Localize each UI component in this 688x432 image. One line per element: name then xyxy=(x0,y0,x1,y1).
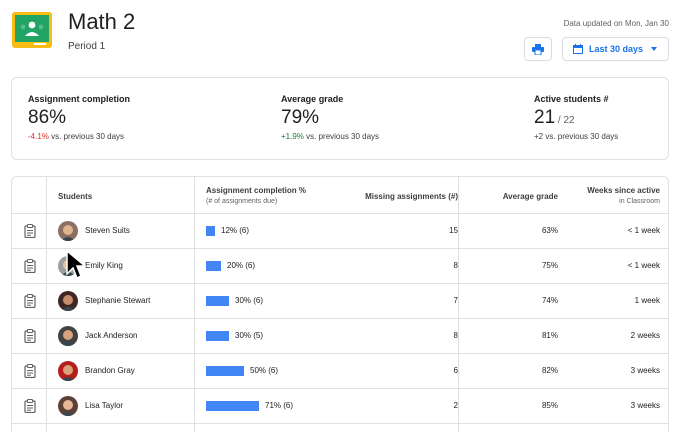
chevron-down-icon xyxy=(651,47,658,51)
student-work-clipboard-icon[interactable] xyxy=(24,259,36,273)
date-range-dropdown[interactable]: Last 30 days xyxy=(562,37,669,61)
weeks-since-active: < 1 week xyxy=(627,261,660,270)
table-header: Students Assignment completion % (# of a… xyxy=(12,177,668,214)
student-name[interactable]: Stephanie Stewart xyxy=(85,296,150,305)
completion-bar xyxy=(206,226,215,236)
completion-label: 20% (6) xyxy=(227,261,256,270)
missing-count: 8 xyxy=(453,261,458,270)
students-table: Students Assignment completion % (# of a… xyxy=(11,176,669,432)
student-name[interactable]: Brandon Gray xyxy=(85,366,135,375)
average-grade: 81% xyxy=(541,331,558,340)
mouse-pointer-icon xyxy=(66,250,86,280)
stat-active-students: Active students # 21 / 22 +2 vs. previou… xyxy=(534,94,618,141)
missing-count: 15 xyxy=(449,226,458,235)
student-avatar xyxy=(58,221,78,241)
completion-label: 30% (6) xyxy=(235,296,264,305)
completion-bar xyxy=(206,331,229,341)
class-period: Period 1 xyxy=(68,41,106,52)
table-row[interactable]: Stephanie Stewart 30% (6) 7 74% 1 week xyxy=(12,284,668,319)
student-work-clipboard-icon[interactable] xyxy=(24,224,36,238)
completion-label: 12% (6) xyxy=(221,226,250,235)
column-header-average[interactable]: Average grade xyxy=(472,191,558,202)
stat-assignment-completion: Assignment completion 86% -4.1% vs. prev… xyxy=(28,94,130,141)
calendar-icon xyxy=(573,44,583,54)
completion-label: 30% (5) xyxy=(235,331,264,340)
average-grade: 82% xyxy=(541,366,558,375)
missing-count: 2 xyxy=(453,401,458,410)
column-header-students[interactable]: Students xyxy=(58,191,92,202)
student-work-clipboard-icon[interactable] xyxy=(24,364,36,378)
stat-label: Average grade xyxy=(281,94,344,104)
stat-label: Assignment completion xyxy=(28,94,131,104)
class-title: Math 2 xyxy=(68,9,136,34)
average-grade: 74% xyxy=(541,296,558,305)
student-name[interactable]: Lisa Taylor xyxy=(85,401,123,410)
completion-bar xyxy=(206,401,259,411)
stat-value: 79% xyxy=(281,107,320,128)
student-avatar xyxy=(58,291,78,311)
completion-bar xyxy=(206,296,229,306)
average-grade: 75% xyxy=(541,261,558,270)
print-button[interactable] xyxy=(524,37,552,61)
average-grade: 63% xyxy=(541,226,558,235)
student-work-clipboard-icon[interactable] xyxy=(24,399,36,413)
weeks-since-active: 1 week xyxy=(634,296,660,305)
table-row[interactable]: Lisa Taylor 71% (6) 2 85% 3 weeks xyxy=(12,389,668,424)
completion-label: 50% (6) xyxy=(250,366,279,375)
google-classroom-logo-icon xyxy=(12,12,52,48)
weeks-since-active: 3 weeks xyxy=(630,366,660,375)
stat-value: 86% xyxy=(28,107,67,128)
print-icon xyxy=(532,43,544,55)
completion-bar xyxy=(206,366,244,376)
student-avatar xyxy=(58,361,78,381)
weeks-since-active: 3 weeks xyxy=(630,401,660,410)
summary-stats-card: Assignment completion 86% -4.1% vs. prev… xyxy=(11,77,669,160)
data-updated-text: Data updated on Mon, Jan 30 xyxy=(563,19,669,28)
weeks-since-active: 2 weeks xyxy=(630,331,660,340)
missing-count: 7 xyxy=(453,296,458,305)
student-name[interactable]: Steven Suits xyxy=(85,226,130,235)
table-row[interactable]: Emily King 20% (6) 8 75% < 1 week xyxy=(12,249,668,284)
student-name[interactable]: Jack Anderson xyxy=(85,331,137,340)
table-row[interactable]: Steven Suits 12% (6) 15 63% < 1 week xyxy=(12,214,668,249)
stat-delta: +1.9% vs. previous 30 days xyxy=(281,132,380,141)
completion-label: 71% (6) xyxy=(265,401,294,410)
student-work-clipboard-icon[interactable] xyxy=(24,294,36,308)
stat-delta: -4.1% vs. previous 30 days xyxy=(28,132,125,141)
page-header: Math 2 Period 1 Data updated on Mon, Jan… xyxy=(0,0,688,72)
table-row[interactable]: Jack Anderson 30% (5) 8 81% 2 weeks xyxy=(12,319,668,354)
missing-count: 6 xyxy=(453,366,458,375)
column-header-missing[interactable]: Missing assignments (#) xyxy=(332,191,458,202)
student-avatar xyxy=(58,396,78,416)
missing-count: 8 xyxy=(453,331,458,340)
stat-average-grade: Average grade 79% +1.9% vs. previous 30 … xyxy=(281,94,379,141)
table-row[interactable]: Brandon Gray 50% (6) 6 82% 3 weeks xyxy=(12,354,668,389)
column-header-weeks[interactable]: Weeks since active in Classroom xyxy=(560,185,660,207)
student-avatar xyxy=(58,326,78,346)
stat-value: 21 / 22 xyxy=(534,107,575,128)
student-name[interactable]: Emily King xyxy=(85,261,123,270)
completion-bar xyxy=(206,261,221,271)
stat-delta: +2 vs. previous 30 days xyxy=(534,132,619,141)
stat-label: Active students # xyxy=(534,94,609,104)
weeks-since-active: < 1 week xyxy=(627,226,660,235)
date-range-label: Last 30 days xyxy=(589,44,644,54)
student-work-clipboard-icon[interactable] xyxy=(24,329,36,343)
average-grade: 85% xyxy=(541,401,558,410)
column-header-completion[interactable]: Assignment completion % (# of assignment… xyxy=(206,185,306,207)
